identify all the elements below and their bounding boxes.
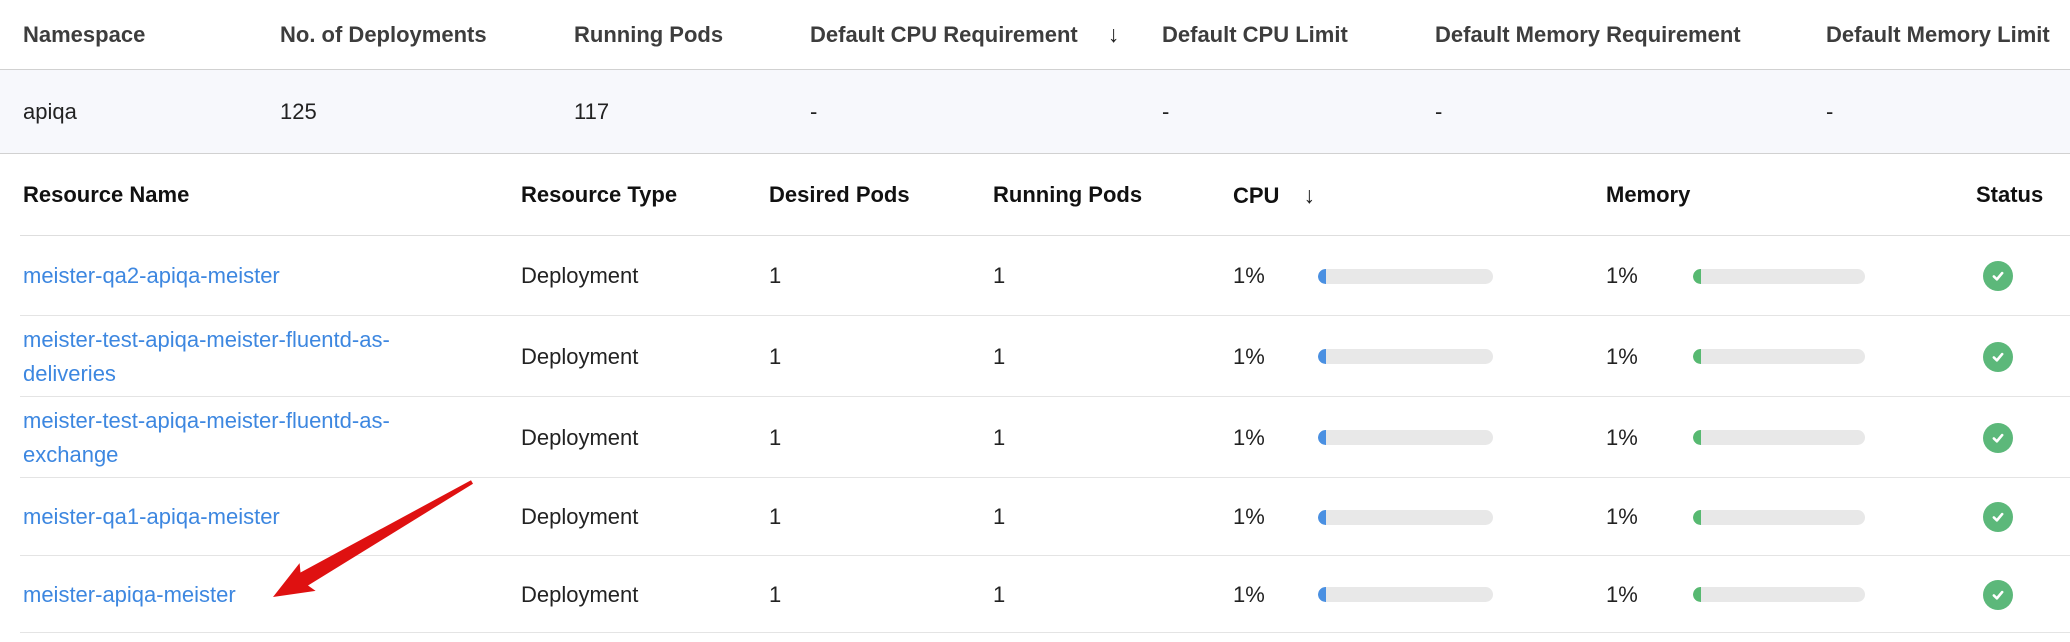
cpu-label: CPU bbox=[1233, 183, 1279, 208]
resource-table-header: Resource Name Resource Type Desired Pods… bbox=[0, 154, 2070, 236]
deployments-dashboard: Namespace No. of Deployments Running Pod… bbox=[0, 0, 2070, 642]
resource-type: Deployment bbox=[521, 582, 769, 608]
memory-usage-bar bbox=[1693, 587, 1865, 602]
memory-percent: 1% bbox=[1606, 263, 1693, 289]
table-row: meister-test-apiqa-meister-fluentd-as-de… bbox=[0, 316, 2070, 397]
desired-pods: 1 bbox=[769, 344, 993, 370]
cpu-percent: 1% bbox=[1233, 425, 1318, 451]
table-row: meister-qa1-apiqa-meister Deployment 1 1… bbox=[0, 478, 2070, 556]
col-header-cpu[interactable]: CPU ↓ bbox=[1233, 182, 1606, 209]
status-ok-check-icon bbox=[1983, 580, 2013, 610]
cpu-usage-bar bbox=[1318, 269, 1493, 284]
cpu-requirement-label: Default CPU Requirement bbox=[810, 22, 1078, 47]
resource-type: Deployment bbox=[521, 344, 769, 370]
memory-percent: 1% bbox=[1606, 582, 1693, 608]
table-row: meister-qa2-apiqa-meister Deployment 1 1… bbox=[0, 236, 2070, 316]
memory-usage-bar bbox=[1693, 510, 1865, 525]
col-header-resource-name[interactable]: Resource Name bbox=[23, 182, 521, 208]
status-ok-check-icon bbox=[1983, 423, 2013, 453]
cpu-percent: 1% bbox=[1233, 582, 1318, 608]
cpu-usage-bar bbox=[1318, 430, 1493, 445]
col-header-namespace[interactable]: Namespace bbox=[23, 22, 280, 48]
sort-descending-icon[interactable]: ↓ bbox=[1303, 182, 1315, 209]
resource-link[interactable]: meister-test-apiqa-meister-fluentd-as-ex… bbox=[23, 404, 423, 472]
col-header-cpu-limit[interactable]: Default CPU Limit bbox=[1162, 22, 1435, 48]
namespace-row-apiqa[interactable]: apiqa 125 117 - - - - bbox=[0, 70, 2070, 154]
cpu-percent: 1% bbox=[1233, 263, 1318, 289]
cpu-usage-bar bbox=[1318, 510, 1493, 525]
col-header-desired-pods[interactable]: Desired Pods bbox=[769, 182, 993, 208]
running-pods: 1 bbox=[993, 582, 1233, 608]
memory-limit-value: - bbox=[1826, 99, 2070, 125]
col-header-memory-limit[interactable]: Default Memory Limit bbox=[1826, 22, 2070, 48]
status-ok-check-icon bbox=[1983, 502, 2013, 532]
memory-percent: 1% bbox=[1606, 504, 1693, 530]
col-header-running-pods[interactable]: Running Pods bbox=[993, 182, 1233, 208]
memory-percent: 1% bbox=[1606, 344, 1693, 370]
table-row: meister-test-apiqa-meister-fluentd-as-ex… bbox=[0, 397, 2070, 478]
cpu-requirement-value: - bbox=[810, 99, 1162, 125]
cpu-usage-bar bbox=[1318, 587, 1493, 602]
resource-link[interactable]: meister-test-apiqa-meister-fluentd-as-de… bbox=[23, 323, 423, 391]
deployments-count: 125 bbox=[280, 99, 574, 125]
sort-descending-icon[interactable]: ↓ bbox=[1108, 21, 1120, 48]
resource-link-annotated[interactable]: meister-apiqa-meister bbox=[23, 578, 236, 612]
cpu-usage-bar bbox=[1318, 349, 1493, 364]
cpu-percent: 1% bbox=[1233, 344, 1318, 370]
col-header-status[interactable]: Status bbox=[1976, 182, 2070, 208]
desired-pods: 1 bbox=[769, 504, 993, 530]
status-ok-check-icon bbox=[1983, 342, 2013, 372]
desired-pods: 1 bbox=[769, 425, 993, 451]
running-pods: 1 bbox=[993, 263, 1233, 289]
desired-pods: 1 bbox=[769, 582, 993, 608]
resource-link[interactable]: meister-qa1-apiqa-meister bbox=[23, 500, 280, 534]
col-header-running-pods[interactable]: Running Pods bbox=[574, 22, 810, 48]
resource-link[interactable]: meister-qa2-apiqa-meister bbox=[23, 259, 280, 293]
cpu-limit-value: - bbox=[1162, 99, 1435, 125]
resource-type: Deployment bbox=[521, 425, 769, 451]
namespace-table-header: Namespace No. of Deployments Running Pod… bbox=[0, 0, 2070, 70]
memory-requirement-value: - bbox=[1435, 99, 1826, 125]
memory-percent: 1% bbox=[1606, 425, 1693, 451]
memory-usage-bar bbox=[1693, 269, 1865, 284]
table-row: meister-apiqa-meister Deployment 1 1 1% … bbox=[0, 556, 2070, 633]
col-header-cpu-requirement[interactable]: Default CPU Requirement ↓ bbox=[810, 21, 1162, 48]
desired-pods: 1 bbox=[769, 263, 993, 289]
namespace-name: apiqa bbox=[23, 99, 280, 125]
running-pods: 1 bbox=[993, 344, 1233, 370]
running-pods: 1 bbox=[993, 425, 1233, 451]
cpu-percent: 1% bbox=[1233, 504, 1318, 530]
running-pods: 1 bbox=[993, 504, 1233, 530]
memory-usage-bar bbox=[1693, 349, 1865, 364]
resource-type: Deployment bbox=[521, 504, 769, 530]
col-header-memory-requirement[interactable]: Default Memory Requirement bbox=[1435, 22, 1826, 48]
col-header-deployments[interactable]: No. of Deployments bbox=[280, 22, 574, 48]
memory-usage-bar bbox=[1693, 430, 1865, 445]
col-header-memory[interactable]: Memory bbox=[1606, 182, 1976, 208]
col-header-resource-type[interactable]: Resource Type bbox=[521, 182, 769, 208]
resource-type: Deployment bbox=[521, 263, 769, 289]
status-ok-check-icon bbox=[1983, 261, 2013, 291]
running-pods-count: 117 bbox=[574, 99, 810, 125]
